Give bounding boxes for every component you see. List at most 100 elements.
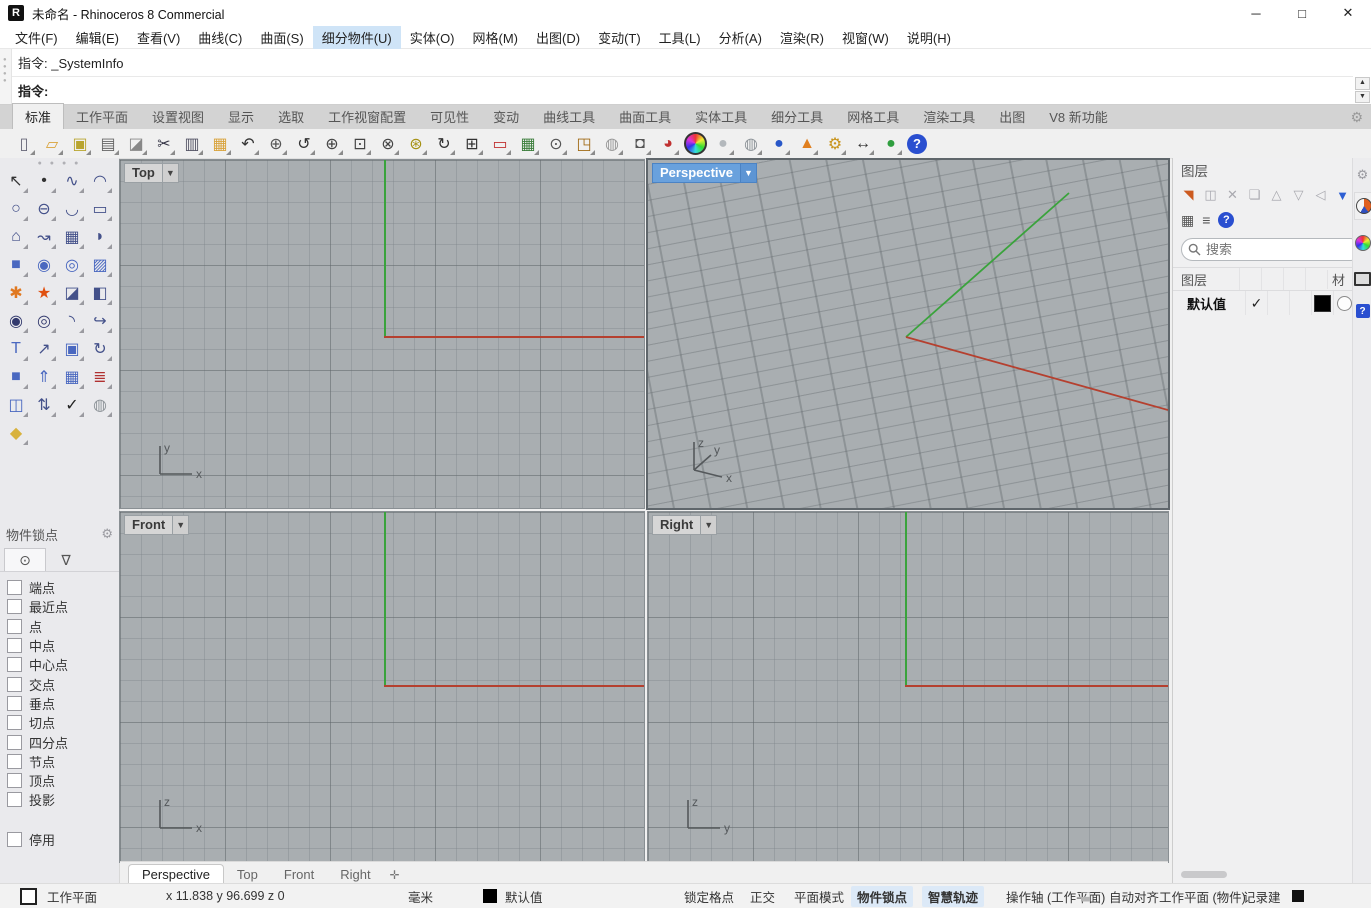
command-history[interactable]: 指令: _SystemInfo — [12, 49, 1353, 77]
array-rect-icon[interactable]: ▦ — [59, 364, 85, 390]
array-curve-icon[interactable]: ≣ — [87, 364, 113, 390]
status-toggle-自动对齐工作平面 (物件)[interactable]: 自动对齐工作平面 (物件) — [1103, 884, 1252, 908]
render-preview-cone-icon[interactable]: ▲ — [795, 132, 819, 156]
toolbar-tab-实体工具[interactable]: 实体工具 — [683, 104, 759, 129]
layer-help-icon[interactable]: ? — [1218, 212, 1235, 228]
toolbar-tab-显示[interactable]: 显示 — [216, 104, 266, 129]
panel-gear-icon[interactable]: ⚙ — [1357, 167, 1369, 183]
layer-table-icon[interactable]: ▦ — [1181, 212, 1194, 229]
status-units[interactable]: 毫米 — [408, 884, 433, 908]
delete-icon[interactable]: ◪ — [124, 132, 148, 156]
rectangle-icon[interactable]: ▭ — [87, 196, 113, 222]
osnap-checkbox-交点[interactable] — [7, 676, 22, 692]
open-file-icon[interactable]: ▱ — [40, 132, 64, 156]
add-viewport-tab-button[interactable]: ✛ — [384, 866, 406, 884]
text-icon[interactable]: T — [3, 336, 29, 362]
trim-icon[interactable]: ◪ — [59, 280, 85, 306]
cut-icon[interactable]: ✂ — [152, 132, 176, 156]
layer-material-icon[interactable] — [1337, 295, 1352, 311]
osnap-checkbox-投影[interactable] — [7, 792, 22, 808]
explode-icon[interactable]: ★ — [31, 280, 57, 306]
duplicate-layer-icon[interactable]: ❏ — [1245, 187, 1264, 203]
viewport-tab-perspective[interactable]: Perspective — [128, 864, 224, 884]
explode-puzzle-icon[interactable]: ✱ — [3, 280, 29, 306]
panel-tab-display[interactable] — [1354, 230, 1371, 256]
arc-icon[interactable]: ◠ — [87, 168, 113, 194]
circle-icon[interactable]: ○ — [3, 196, 29, 222]
delete-layer-icon[interactable]: ✕ — [1223, 187, 1242, 203]
zoom-window-icon[interactable]: ⊡ — [348, 132, 372, 156]
srf-grid-icon[interactable]: ▦ — [59, 224, 85, 250]
status-coordinates[interactable]: x 11.838 y 96.699 z 0 — [166, 884, 285, 908]
menu-item-细分物件(U)[interactable]: 细分物件(U) — [312, 25, 401, 49]
mirror-icon[interactable]: ◫ — [3, 392, 29, 418]
srf-patch-icon[interactable]: ▨ — [87, 252, 113, 278]
orient-curve-icon[interactable]: ⇅ — [31, 392, 57, 418]
panel-tab-viewport[interactable] — [1354, 266, 1371, 292]
osnap-checkbox-disable[interactable] — [7, 831, 22, 847]
viewport-menu-arrow-icon[interactable]: ▼ — [741, 163, 757, 183]
viewport-menu-arrow-icon[interactable]: ▼ — [162, 163, 179, 183]
help-icon[interactable]: ? — [907, 133, 927, 154]
toolbar-tab-选取[interactable]: 选取 — [266, 104, 316, 129]
close-button[interactable]: ✕ — [1325, 0, 1371, 26]
new-layer-icon[interactable]: ◥ — [1179, 187, 1198, 203]
shaded-sphere-icon[interactable]: ● — [711, 132, 735, 156]
menu-item-编辑(E)[interactable]: 编辑(E) — [67, 26, 128, 49]
group-icon[interactable]: ◉ — [3, 308, 29, 334]
options-gears-icon[interactable]: ⚙ — [823, 132, 847, 156]
menu-item-查看(V)[interactable]: 查看(V) — [128, 26, 189, 49]
toolbar-tab-变动[interactable]: 变动 — [481, 104, 531, 129]
curve-blend-icon[interactable]: ↝ — [31, 224, 57, 250]
ungroup-icon[interactable]: ◎ — [31, 308, 57, 334]
menu-item-网格(M)[interactable]: 网格(M) — [464, 26, 528, 49]
osnap-checkbox-端点[interactable] — [7, 580, 22, 596]
object-display-icon[interactable]: ◳ — [572, 132, 596, 156]
command-grip[interactable]: ● ● ● ● — [0, 49, 12, 104]
toolbar-tab-设置视图[interactable]: 设置视图 — [140, 104, 216, 129]
minimize-button[interactable]: ─ — [1233, 0, 1279, 26]
copy-icon[interactable]: ▥ — [180, 132, 204, 156]
paint-visual-icon[interactable]: ◆ — [3, 420, 29, 446]
layer-filter-icon[interactable]: ▼ — [1333, 188, 1352, 203]
package-earth-icon[interactable]: ● — [879, 132, 903, 156]
single-point-icon[interactable]: • — [31, 168, 57, 194]
viewport-menu-arrow-icon[interactable]: ▼ — [173, 515, 190, 535]
named-views-icon[interactable]: ▭ — [488, 132, 512, 156]
layer-color-swatch[interactable] — [1314, 294, 1331, 312]
toolbar-tab-工作视窗配置[interactable]: 工作视窗配置 — [316, 104, 418, 129]
viewport-perspective[interactable]: z y x Perspective ▼ — [646, 158, 1170, 510]
menu-item-视窗(W)[interactable]: 视窗(W) — [833, 26, 898, 49]
toolbar-tab-网格工具[interactable]: 网格工具 — [835, 104, 911, 129]
srf-bend-icon[interactable]: ◗ — [87, 224, 113, 250]
box-icon[interactable]: ■ — [3, 252, 29, 278]
undo-icon[interactable]: ↶ — [236, 132, 260, 156]
layer-search-input[interactable] — [1181, 238, 1362, 261]
toolbar-tab-曲面工具[interactable]: 曲面工具 — [607, 104, 683, 129]
menu-item-实体(O)[interactable]: 实体(O) — [401, 26, 464, 49]
new-file-icon[interactable]: ▯ — [12, 132, 36, 156]
save-icon[interactable]: ▣ — [68, 132, 92, 156]
menu-item-曲面(S)[interactable]: 曲面(S) — [251, 26, 312, 49]
record-history-icon[interactable] — [1291, 890, 1304, 902]
lock-icon[interactable]: ◘ — [628, 132, 652, 156]
cplane-map-icon[interactable]: ▦ — [516, 132, 540, 156]
status-cplane[interactable]: 工作平面 — [47, 884, 97, 908]
osnap-checkbox-中心点[interactable] — [7, 657, 22, 673]
viewport-label-front[interactable]: Front ▼ — [124, 515, 190, 535]
toolbar-tab-工作平面[interactable]: 工作平面 — [64, 104, 140, 129]
viewport-tab-top[interactable]: Top — [224, 865, 271, 884]
viewport-layout-icon[interactable]: ⊞ — [460, 132, 484, 156]
viewport-right[interactable]: z y Right ▼ — [647, 511, 1169, 863]
osnap-checkbox-节点[interactable] — [7, 753, 22, 769]
menu-item-曲线(C)[interactable]: 曲线(C) — [189, 26, 251, 49]
toolbar-tab-渲染工具[interactable]: 渲染工具 — [911, 104, 987, 129]
viewport-tab-front[interactable]: Front — [271, 865, 327, 884]
ellipse-icon[interactable]: ⊖ — [31, 196, 57, 222]
scroll-down-button[interactable]: ▼ — [1355, 90, 1370, 103]
osnap-checkbox-垂点[interactable] — [7, 695, 22, 711]
status-toggle-操作轴 (工作平面)[interactable]: 操作轴 (工作平面) — [1000, 884, 1111, 908]
dimension-icon[interactable]: ↔ — [851, 132, 875, 156]
menu-item-工具(L)[interactable]: 工具(L) — [650, 26, 710, 49]
tabbar-gear-icon[interactable]: ⚙ — [1350, 109, 1363, 126]
